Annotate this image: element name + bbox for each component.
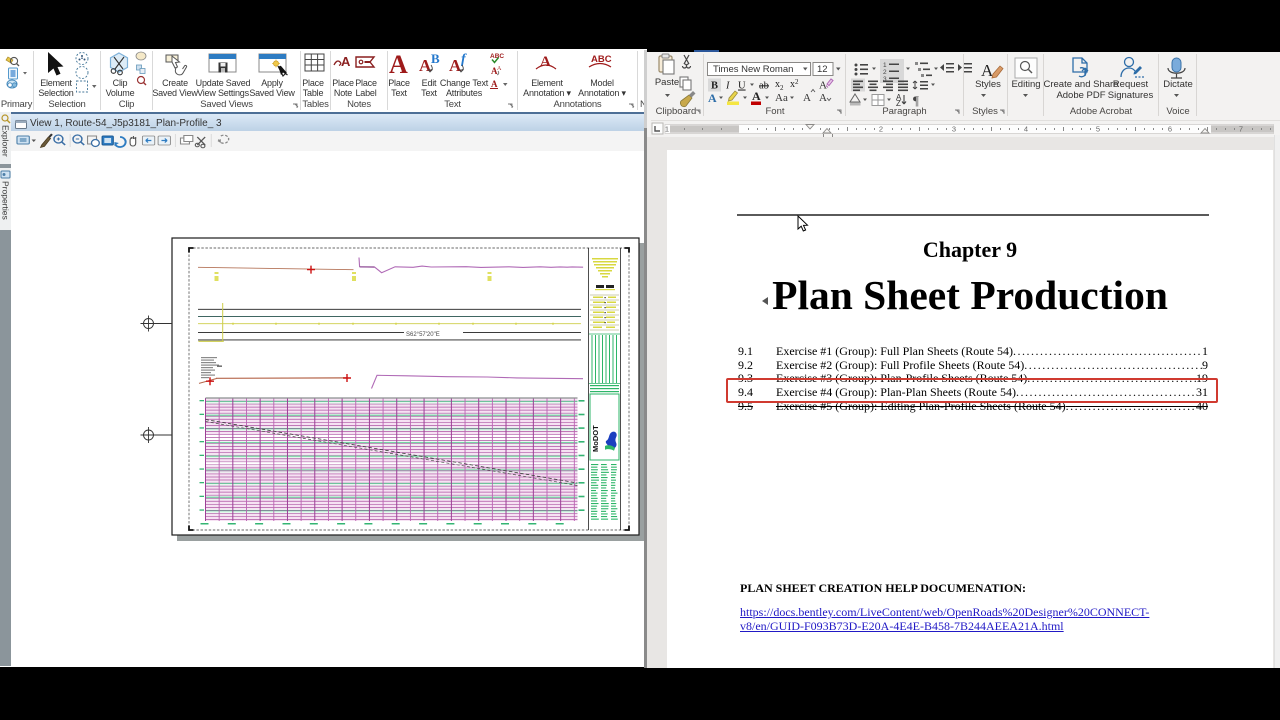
svg-text:1: 1	[883, 62, 887, 69]
svg-text:f: f	[461, 52, 467, 67]
svg-text:Aa: Aa	[775, 92, 788, 104]
svg-text:A: A	[803, 92, 811, 104]
svg-text:A: A	[819, 92, 827, 104]
svg-text:3: 3	[952, 125, 956, 134]
svg-text:A: A	[752, 89, 761, 103]
svg-text:1: 1	[665, 125, 669, 134]
svg-text:2: 2	[795, 78, 799, 86]
svg-text:A: A	[540, 54, 551, 70]
svg-text:4: 4	[1024, 125, 1028, 134]
svg-text:12: 12	[817, 64, 828, 75]
svg-text:A: A	[708, 91, 717, 105]
svg-text:A: A	[389, 50, 408, 79]
svg-text:S62°57'20"E: S62°57'20"E	[406, 332, 440, 338]
svg-text:A: A	[491, 79, 498, 89]
svg-text:7: 7	[1239, 125, 1243, 134]
svg-text:B: B	[431, 51, 440, 66]
svg-text:2: 2	[780, 84, 784, 92]
svg-text:I: I	[725, 81, 730, 92]
svg-text:2: 2	[883, 69, 887, 76]
svg-text:A: A	[497, 66, 502, 72]
svg-text:B: B	[711, 81, 718, 92]
svg-text:Times New Roman: Times New Roman	[713, 64, 793, 75]
svg-text:2: 2	[879, 125, 883, 134]
svg-text:A: A	[341, 54, 351, 69]
svg-text:6: 6	[1168, 125, 1172, 134]
svg-text:MoDOT: MoDOT	[591, 425, 600, 452]
svg-text:5: 5	[1096, 125, 1100, 134]
svg-text:A: A	[819, 80, 827, 92]
svg-text:U: U	[738, 81, 746, 92]
